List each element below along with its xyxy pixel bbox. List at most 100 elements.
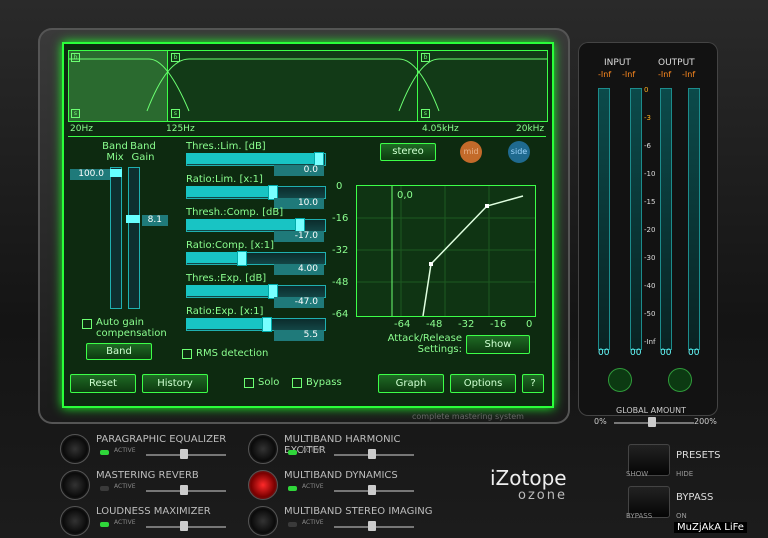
module-active-led[interactable]	[100, 522, 109, 527]
slider-fill-5	[186, 318, 267, 329]
meter-scale-tick-5: -20	[644, 226, 656, 234]
slider-label-0: Thres.:Lim. [dB]	[186, 141, 266, 152]
module-amount-slider[interactable]	[334, 449, 414, 459]
bypass-label: Bypass	[306, 377, 342, 388]
meter-scale-tick-4: -15	[644, 198, 656, 206]
mid-button[interactable]: mid	[460, 141, 482, 163]
auto-gain-checkbox[interactable]	[82, 319, 92, 329]
slider-fill-3	[186, 252, 242, 263]
module-active-led[interactable]	[288, 522, 297, 527]
band-mix-value: 100.0	[70, 169, 110, 180]
graph-y-tick-0: 0	[336, 181, 343, 192]
module-select-knob[interactable]	[248, 506, 278, 536]
slider-value-3: 4.00	[274, 264, 324, 275]
band-3-bypass-marker[interactable]: b	[421, 53, 430, 62]
output-link-button[interactable]	[668, 368, 692, 392]
dynamics-screen: b s b s b s 20Hz 125Hz 4.05kHz 20kHz Ban…	[62, 42, 554, 408]
reset-button[interactable]: Reset	[70, 374, 136, 393]
band-graph[interactable]: b s b s b s	[68, 50, 548, 122]
output-label: OUTPUT	[658, 58, 695, 68]
slider-thumb-3[interactable]	[237, 251, 248, 266]
options-button[interactable]: Options	[450, 374, 516, 393]
module-active-label: ACTIVE	[302, 519, 324, 526]
history-button[interactable]: History	[142, 374, 208, 393]
module-active-label: ACTIVE	[302, 483, 324, 490]
meter-scale: 0 -3 -6 -10 -15 -20 -30 -40 -50 -Inf	[644, 86, 658, 346]
input-label: INPUT	[604, 58, 631, 68]
slider-label-2: Thresh.:Comp. [dB]	[186, 207, 284, 218]
module-active-led[interactable]	[288, 450, 297, 455]
module-select-knob[interactable]	[60, 470, 90, 500]
input-link-button[interactable]	[608, 368, 632, 392]
band-button[interactable]: Band	[86, 343, 152, 360]
module-active-led[interactable]	[100, 486, 109, 491]
meter-scale-tick-0: 0	[644, 86, 649, 94]
input-right-peak: -Inf	[622, 70, 636, 79]
module-2: LOUDNESS MAXIMIZER ACTIVE	[60, 504, 250, 536]
meter-scale-tick-8: -50	[644, 310, 656, 318]
attack-release-show-button[interactable]: Show	[466, 335, 530, 354]
slider-value-4: -47.0	[274, 297, 324, 308]
transfer-curve	[357, 186, 535, 317]
slider-value-5: 5.5	[274, 330, 324, 341]
graph-y-tick-64: -64	[332, 309, 349, 320]
app-frame: b s b s b s 20Hz 125Hz 4.05kHz 20kHz Ban…	[0, 0, 768, 538]
help-button[interactable]: ?	[522, 374, 544, 393]
module-1: MASTERING REVERB ACTIVE	[60, 468, 250, 500]
graph-x-tick-48: -48	[426, 319, 443, 330]
module-amount-slider[interactable]	[146, 449, 226, 459]
global-amount-max: 200%	[694, 417, 717, 426]
band-gain-label: Band Gain	[130, 141, 156, 163]
graph-button[interactable]: Graph	[378, 374, 444, 393]
module-0: PARAGRAPHIC EQUALIZER ACTIVE	[60, 432, 250, 464]
module-active-led[interactable]	[100, 450, 109, 455]
stereo-button[interactable]: stereo	[380, 143, 436, 161]
output-right-meter	[688, 88, 700, 350]
module-name: MULTIBAND DYNAMICS	[284, 470, 398, 481]
graph-x-tick-16: -16	[490, 319, 507, 330]
slider-fill-2	[186, 219, 300, 230]
band-2-solo-marker[interactable]: s	[171, 109, 180, 118]
side-button[interactable]: side	[508, 141, 530, 163]
freq-label-high: 20kHz	[516, 124, 545, 134]
slider-fill-0	[186, 153, 319, 164]
solo-checkbox[interactable]	[244, 378, 254, 388]
band-3-solo-marker[interactable]: s	[421, 109, 430, 118]
input-left-peak: -Inf	[598, 70, 612, 79]
slider-fill-4	[186, 285, 272, 296]
module-amount-slider[interactable]	[146, 521, 226, 531]
input-left-readout: 00	[598, 348, 610, 358]
graph-readout: 0,0	[397, 190, 413, 201]
module-amount-slider[interactable]	[334, 485, 414, 495]
band-mix-slider[interactable]	[110, 167, 122, 309]
slider-thumb-5[interactable]	[262, 317, 273, 332]
bypass-checkbox[interactable]	[292, 378, 302, 388]
input-right-meter	[630, 88, 642, 350]
dynamics-curve-graph[interactable]: 0,0	[356, 185, 536, 317]
output-left-readout: 00	[660, 348, 672, 358]
attack-release-label: Attack/Release Settings:	[387, 333, 462, 355]
crossover-curves	[69, 58, 547, 112]
band-gain-slider[interactable]	[128, 167, 140, 309]
band-settings-panel: Band Mix Band Gain 100.0 8.1 Auto gain c…	[68, 136, 546, 369]
module-select-knob[interactable]	[248, 434, 278, 464]
graph-y-tick-32: -32	[332, 245, 349, 256]
module-3: MULTIBAND HARMONIC EXCITER ACTIVE	[248, 432, 438, 464]
band-2-bypass-marker[interactable]: b	[171, 53, 180, 62]
slider-value-2: -17.0	[274, 231, 324, 242]
module-select-knob[interactable]	[248, 470, 278, 500]
module-active-led[interactable]	[288, 486, 297, 491]
graph-y-tick-48: -48	[332, 277, 349, 288]
rms-checkbox[interactable]	[182, 349, 192, 359]
global-amount-slider[interactable]	[614, 417, 694, 427]
module-amount-slider[interactable]	[146, 485, 226, 495]
band-1-solo-marker[interactable]: s	[71, 109, 80, 118]
module-amount-slider[interactable]	[334, 521, 414, 531]
band-gain-thumb[interactable]	[126, 215, 140, 223]
module-select-knob[interactable]	[60, 434, 90, 464]
meter-panel: INPUT OUTPUT -Inf -Inf -Inf -Inf 0 -3 -6 -1…	[578, 42, 718, 416]
band-1-bypass-marker[interactable]: b	[71, 53, 80, 62]
band-mix-thumb[interactable]	[108, 169, 122, 177]
module-name: MULTIBAND STEREO IMAGING	[284, 506, 433, 517]
module-select-knob[interactable]	[60, 506, 90, 536]
